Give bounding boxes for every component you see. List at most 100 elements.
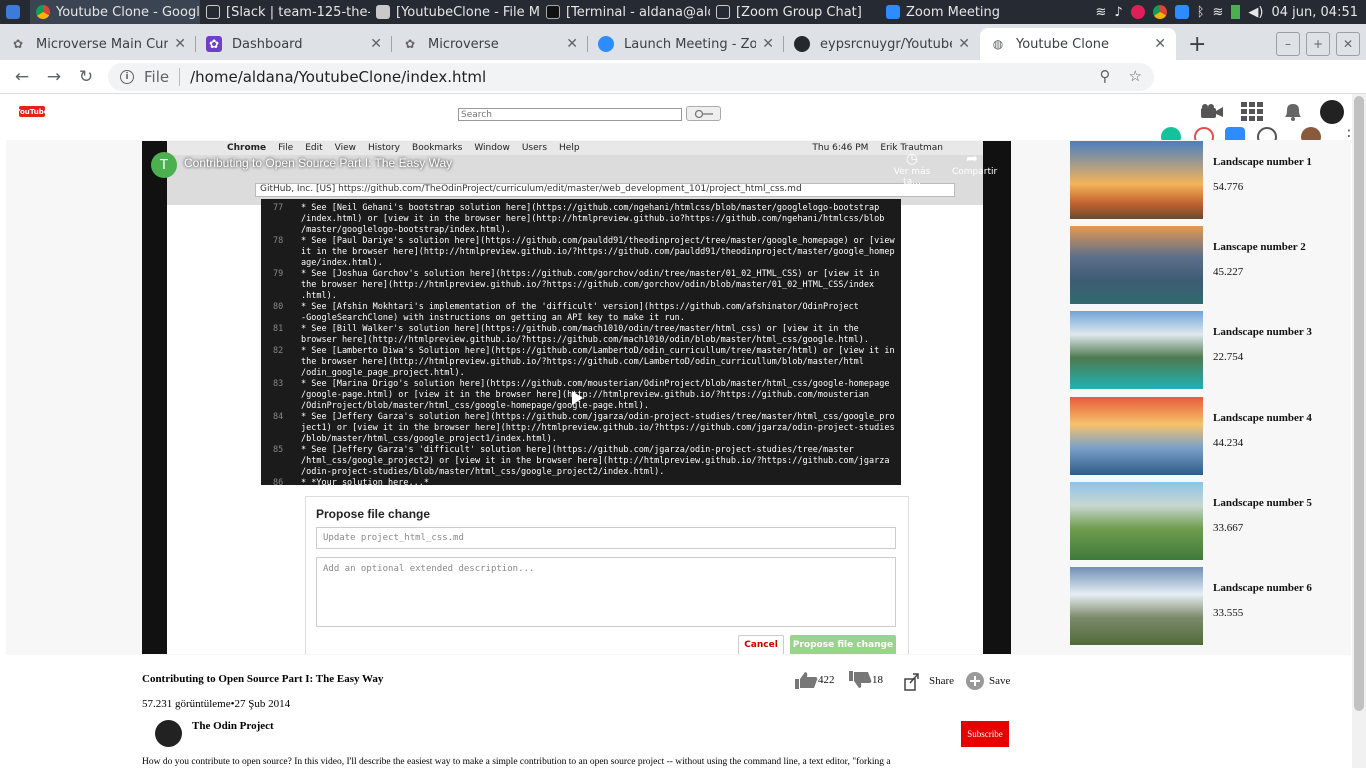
tab-launch-meeting[interactable]: Launch Meeting - Zoom ✕ [588,28,784,60]
suggested-video-title[interactable]: Landscape number 4 [1213,412,1312,424]
share-overlay-button[interactable]: ➦ Compartir [952,151,997,177]
app-menu-icon [6,5,20,19]
menu-item: Users [521,143,548,153]
taskbar-item-chrome[interactable]: Youtube Clone - Google... [30,0,200,24]
channel-avatar[interactable] [155,720,182,747]
suggested-video-thumbnail[interactable] [1070,226,1203,305]
bookmark-star-icon[interactable]: ☆ [1129,67,1142,85]
info-icon[interactable]: i [120,70,134,84]
dislike-button[interactable]: 18 [848,671,883,689]
code-text: the browser here](http://htmlpreview.git… [301,280,875,290]
apps-grid-icon[interactable] [1240,102,1264,122]
bluetooth-icon[interactable]: ᛒ [1197,5,1205,20]
watch-later-button[interactable]: ◷ Ver más ta... [887,151,937,187]
channel-name[interactable]: The Odin Project [192,720,274,732]
new-tab-button[interactable]: + [1176,28,1218,60]
notification-bell-icon[interactable]: ♪ [1114,5,1122,20]
suggested-video-views: 45.227 [1213,266,1244,279]
scrollbar-thumb[interactable] [1354,96,1364,711]
back-button[interactable]: ← [6,61,38,93]
video-player[interactable]: Chrome File Edit View History Bookmarks … [142,141,1011,654]
suggested-video-thumbnail[interactable] [1070,567,1203,645]
suggested-video-title[interactable]: Landscape number 3 [1213,326,1312,338]
channel-overlay-avatar[interactable]: T [151,152,177,178]
play-icon[interactable] [572,391,583,405]
chrome-tray-icon[interactable] [1152,5,1167,19]
youtube-logo[interactable]: YouTube [16,106,48,117]
taskbar-item-terminal[interactable]: [Terminal - aldana@ald... [540,0,710,24]
upload-video-icon[interactable] [1200,102,1224,122]
code-line: the browser here](http://htmlpreview.git… [301,280,893,291]
suggested-video-thumbnail[interactable] [1070,311,1203,390]
close-icon[interactable]: ✕ [958,36,970,52]
search-input[interactable] [458,108,682,121]
suggested-video-views: 22.754 [1213,351,1244,364]
plus-circle-icon [966,672,984,690]
wifi-icon[interactable]: ≋ [1096,5,1107,20]
suggested-video-thumbnail[interactable] [1070,481,1203,560]
close-window-button[interactable]: ✕ [1336,32,1360,56]
microverse-icon: ✿ [206,36,222,52]
taskbar-item-file-manager[interactable]: [YoutubeClone - File Ma... [370,0,540,24]
code-text: /blob/master/html_css/google_project1/in… [301,434,557,444]
slack-tray-icon[interactable] [1130,5,1145,19]
code-text: * See [Afshin Mokhtari's implementation … [301,302,859,312]
line-number: 85 [273,445,284,455]
taskbar-item-slack[interactable]: [Slack | team-125-the-... [200,0,370,24]
search-button[interactable] [686,106,721,121]
url-text[interactable]: /home/aldana/YoutubeClone/index.html [190,68,486,86]
close-icon[interactable]: ✕ [370,36,382,52]
network-icon[interactable]: ≋ [1213,5,1224,20]
minimize-button[interactable]: – [1276,32,1300,56]
tab-label: Microverse Main Curric [36,36,169,52]
form-title: Propose file change [316,507,431,521]
dislike-count: 18 [872,674,883,686]
suggested-video-title[interactable]: Lanscape number 2 [1213,241,1306,253]
tab-microverse-main[interactable]: ✿ Microverse Main Curric ✕ [0,28,196,60]
video-overlay-title[interactable]: Contributing to Open Source Part I: The … [184,156,452,170]
zoom-icon[interactable]: ⚲ [1100,67,1111,85]
suggested-video-thumbnail[interactable] [1070,141,1203,219]
page-scrollbar[interactable] [1352,94,1366,768]
notifications-bell-icon[interactable] [1281,102,1305,122]
taskbar-item-zoom-chat[interactable]: [Zoom Group Chat] [710,0,880,24]
close-icon[interactable]: ✕ [762,36,774,52]
zoom-icon [598,36,614,52]
tab-dashboard[interactable]: ✿ Dashboard ✕ [196,28,392,60]
like-button[interactable]: 422 [794,671,835,689]
subscribe-button[interactable]: Subscribe [961,721,1009,747]
like-count: 422 [818,674,835,686]
save-button[interactable]: Save [963,671,1010,691]
taskbar-item-zoom-meeting[interactable]: Zoom Meeting [880,0,1050,24]
close-icon[interactable]: ✕ [1154,36,1166,52]
cancel-button: Cancel [738,635,784,654]
close-icon[interactable]: ✕ [174,36,186,52]
user-avatar[interactable] [1320,100,1344,124]
zoom-tray-icon[interactable] [1174,5,1189,19]
code-text: * See [Jeffery Garza's solution here](ht… [301,412,895,422]
battery-icon[interactable] [1231,5,1241,19]
address-bar[interactable]: i File /home/aldana/YoutubeClone/index.h… [108,63,1154,91]
volume-icon[interactable]: ◀) [1248,5,1263,20]
suggested-video-title[interactable]: Landscape number 1 [1213,156,1312,168]
tab-microverse[interactable]: ✿ Microverse ✕ [392,28,588,60]
app-menu-button[interactable] [0,0,30,24]
share-button[interactable]: Share [903,671,954,691]
code-line: /odin_google_page_project.html). [301,368,893,379]
code-line: browser here](http://htmlpreview.github.… [301,335,893,346]
suggested-video-title[interactable]: Landscape number 5 [1213,497,1312,509]
clock[interactable]: 04 jun, 04:51 [1272,5,1359,20]
close-icon[interactable]: ✕ [566,36,578,52]
clock-icon: ◷ [905,151,919,167]
tab-youtube-clone[interactable]: ◍ Youtube Clone ✕ [980,28,1176,60]
reload-button[interactable]: ↻ [70,61,102,93]
forward-button[interactable]: → [38,61,70,93]
suggested-video-thumbnail[interactable] [1070,396,1203,475]
commit-summary-field: Update project_html_css.md [316,527,896,549]
code-text: .html). [301,291,337,301]
code-line: 84 * See [Jeffery Garza's solution here](… [273,412,895,423]
code-text: * See [Neil Gehani's bootstrap solution … [301,203,880,213]
maximize-button[interactable]: + [1306,32,1330,56]
tab-github[interactable]: eypsrcnuygr/YoutubeCl ✕ [784,28,980,60]
suggested-video-title[interactable]: Landscape number 6 [1213,582,1312,594]
